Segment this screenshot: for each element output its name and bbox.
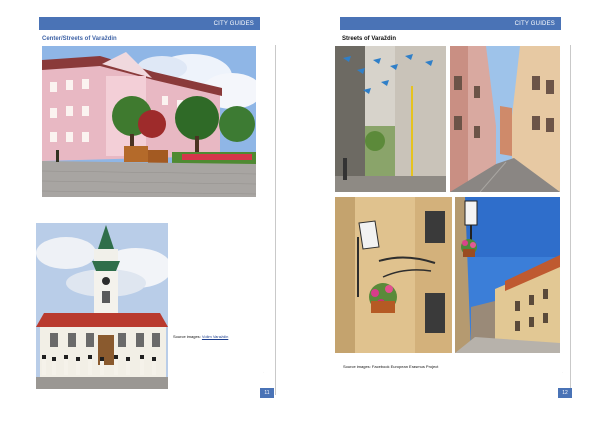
photo-street-lamp-flowers [335,197,452,353]
header-bar-right: CITY GUIDES [340,17,561,30]
margin-mark: · [562,370,563,374]
page-border [570,45,571,395]
page-title: Center/Streets of Varaždin [42,36,117,42]
photo-umbrella-wall [335,46,446,192]
page-title: Streets of Varaždin [342,36,397,42]
caption-prefix: Source images: [173,334,201,339]
header-label: CITY GUIDES [213,20,254,27]
photo-sunny-street-lamp [455,197,560,353]
image-source-caption: Source images: Volim Varaždin [173,334,228,339]
photo-town-hall-tower [36,223,168,389]
image-source-caption: Source images: Facebook European Erasmus… [343,364,438,369]
header-label: CITY GUIDES [514,20,555,27]
source-link[interactable]: Volim Varaždin [202,334,228,339]
page-number: 11 [260,388,274,398]
caption-prefix: Source images: Facebook European Erasmus… [343,364,439,369]
left-page: CITY GUIDES Center/Streets of Varaždin S… [0,0,300,424]
page-border [275,45,276,395]
photo-pink-palace-square [42,46,256,197]
page-number: 12 [558,388,572,398]
margin-mark: · [263,370,264,374]
photo-narrow-street [450,46,560,192]
header-bar-left: CITY GUIDES [39,17,260,30]
right-page: CITY GUIDES Streets of Varaždin Source i… [300,0,600,424]
